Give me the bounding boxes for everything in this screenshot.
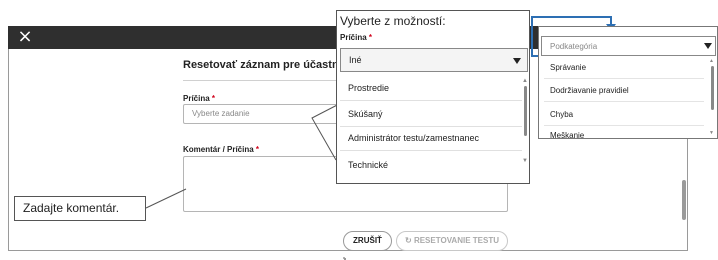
reason-option[interactable]: Technické xyxy=(348,160,388,170)
subcategory-option[interactable]: Chyba xyxy=(550,110,573,119)
option-divider xyxy=(340,150,522,151)
reason-popup-label: Príčina * xyxy=(340,33,373,42)
reason-list-scrollbar[interactable] xyxy=(524,86,527,136)
reason-option[interactable]: Skúšaný xyxy=(348,109,383,119)
subcategory-option[interactable]: Meškanie xyxy=(550,131,584,139)
scroll-down-icon[interactable]: ▼ xyxy=(709,130,714,136)
subcategory-dropdown[interactable]: Podkategória xyxy=(541,36,716,56)
chevron-down-icon[interactable] xyxy=(513,58,521,64)
subcategory-placeholder: Podkategória xyxy=(550,42,598,51)
option-divider xyxy=(340,126,522,127)
scroll-down-icon[interactable]: ▼ xyxy=(522,158,528,164)
subcategory-option[interactable]: Dodržiavanie pravidiel xyxy=(550,86,629,95)
scroll-up-icon[interactable]: ▲ xyxy=(709,58,714,64)
reason-popup-title: Vyberte z možností: xyxy=(340,14,446,28)
option-divider xyxy=(544,78,704,79)
reason-option[interactable]: Administrátor testu/zamestnanec xyxy=(348,133,479,143)
subcategory-list-scrollbar[interactable] xyxy=(711,66,714,110)
option-divider xyxy=(544,125,704,126)
reason-dropdown[interactable]: Iné xyxy=(340,48,528,72)
comment-callout: Zadajte komentár. xyxy=(14,196,146,221)
connector-arrow xyxy=(531,16,533,57)
scroll-up-icon[interactable]: ▲ xyxy=(522,78,528,84)
connector-arrow xyxy=(531,16,611,18)
option-divider xyxy=(544,101,704,102)
subcategory-option[interactable]: Správanie xyxy=(550,63,586,72)
chevron-down-icon[interactable] xyxy=(704,43,712,49)
option-divider xyxy=(340,100,522,101)
noop xyxy=(343,257,345,259)
reason-selected-value: Iné xyxy=(349,55,362,65)
reason-option[interactable]: Prostredie xyxy=(348,83,389,93)
